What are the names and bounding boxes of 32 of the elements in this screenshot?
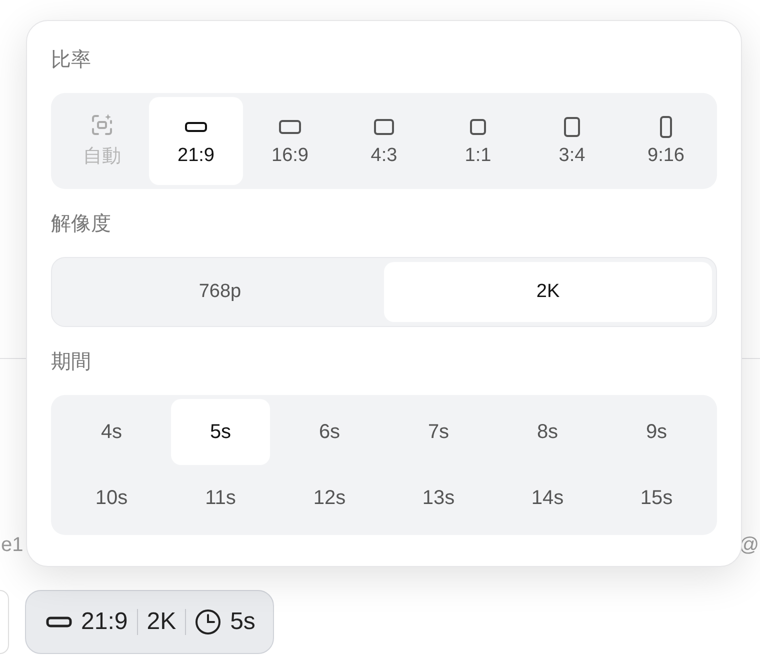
ratio-option[interactable]: 1:1: [431, 97, 525, 185]
section-title: 期間: [51, 350, 92, 375]
duration-value: 5s: [230, 608, 256, 636]
partial-text: e1: [1, 534, 24, 557]
duration-option[interactable]: 5s: [171, 399, 270, 465]
auto-frame-icon: [90, 113, 114, 137]
duration-option[interactable]: 4s: [62, 399, 161, 465]
duration-option[interactable]: 11s: [171, 465, 270, 531]
section-title: 比率: [51, 48, 92, 73]
resolution-option[interactable]: 2K: [384, 262, 712, 322]
ratio-option[interactable]: 4:3: [337, 97, 431, 185]
settings-summary-button[interactable]: 21:9 2K 5s: [25, 590, 274, 654]
duration-option[interactable]: 7s: [389, 399, 488, 465]
duration-option[interactable]: 13s: [389, 465, 488, 531]
ratio-option[interactable]: 9:16: [619, 97, 713, 185]
resolution-value: 2K: [146, 608, 176, 636]
ratio-option[interactable]: 3:4: [525, 97, 619, 185]
wide-ratio-icon: [46, 616, 72, 628]
duration-option[interactable]: 15s: [607, 465, 706, 531]
clock-icon: [195, 609, 222, 635]
ratio-option[interactable]: 21:9: [149, 97, 243, 185]
duration-option[interactable]: 6s: [280, 399, 379, 465]
duration-option[interactable]: 12s: [280, 465, 379, 531]
ratio-option[interactable]: 16:9: [243, 97, 337, 185]
ratio-value: 21:9: [81, 608, 128, 636]
resolution-option[interactable]: 768p: [56, 262, 384, 322]
section-title: 解像度: [51, 212, 112, 237]
duration-option[interactable]: 9s: [607, 399, 706, 465]
duration-option[interactable]: 14s: [498, 465, 597, 531]
duration-option[interactable]: 8s: [498, 399, 597, 465]
duration-option[interactable]: 10s: [62, 465, 161, 531]
partial-button[interactable]: [0, 590, 9, 654]
